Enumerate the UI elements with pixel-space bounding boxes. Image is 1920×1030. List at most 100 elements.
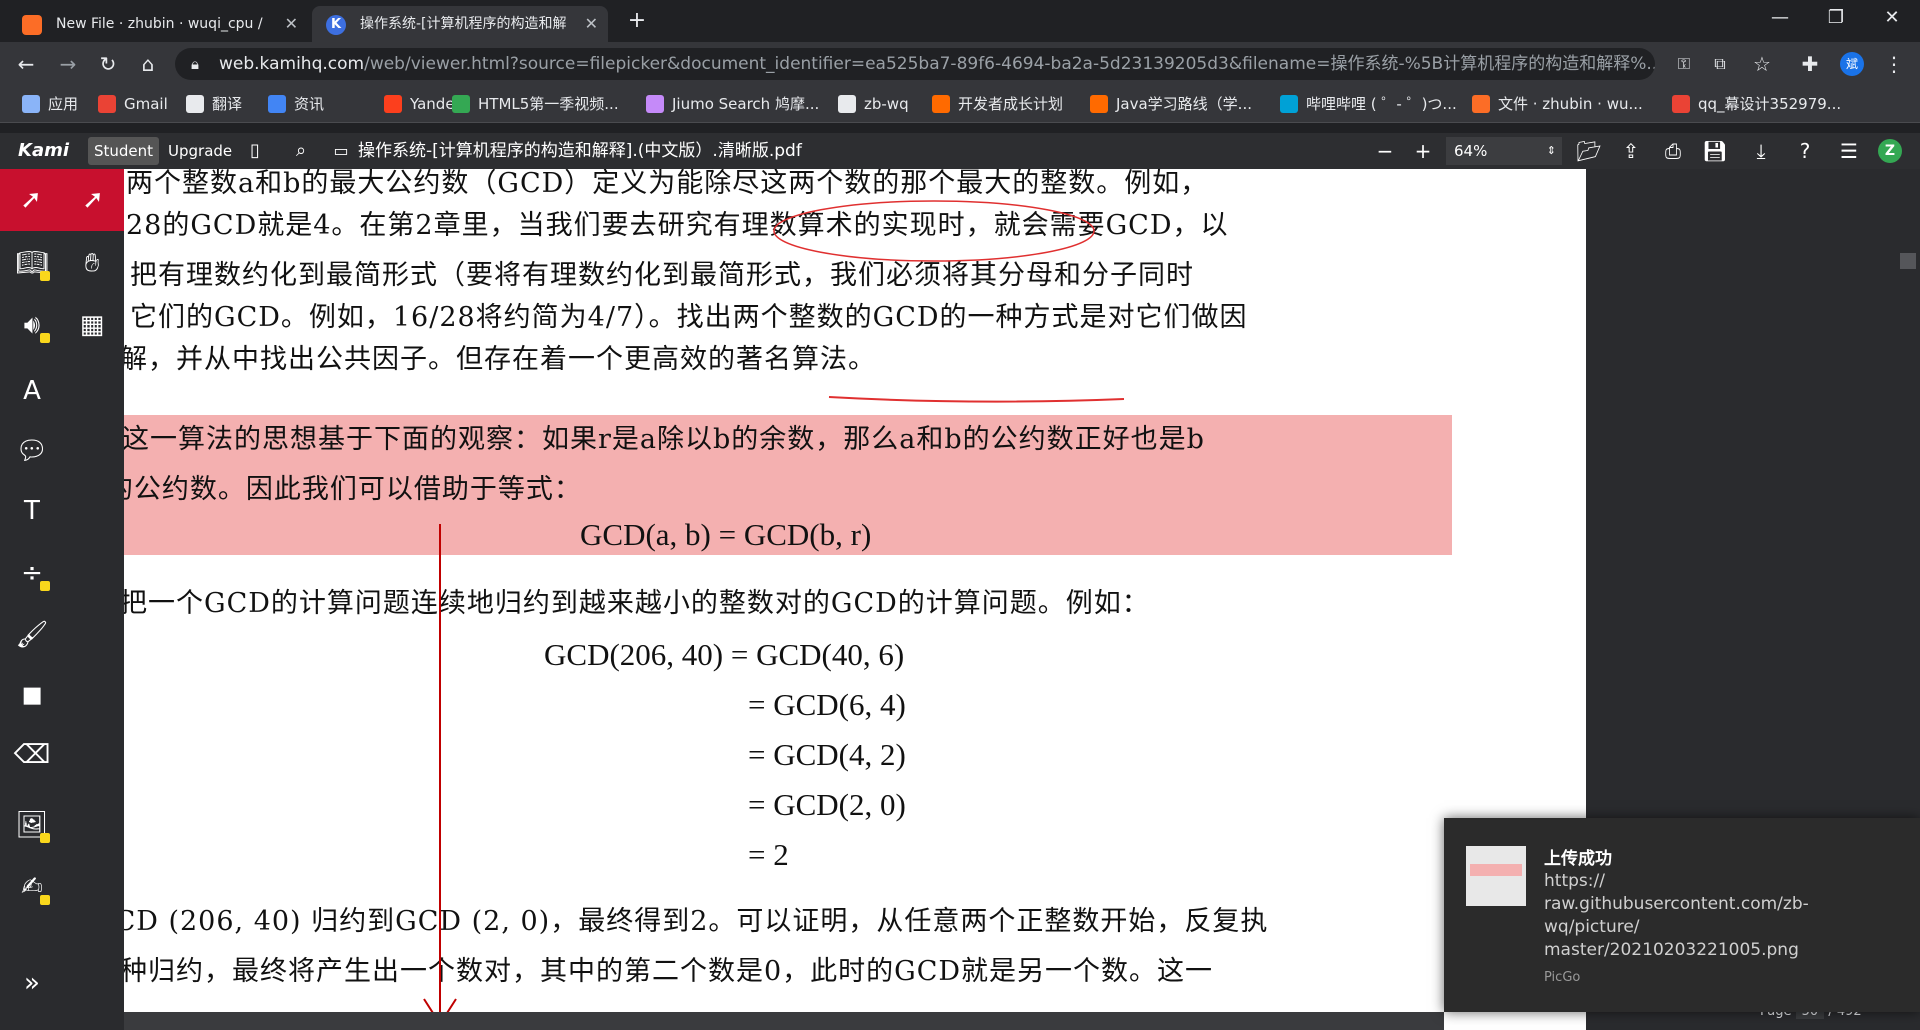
bookmark-favicon-icon bbox=[22, 95, 40, 113]
home-button[interactable]: ⌂ bbox=[134, 50, 162, 78]
bookmark-favicon-icon bbox=[1090, 95, 1108, 113]
user-avatar[interactable]: Z bbox=[1878, 139, 1902, 163]
thumbnail-highlight bbox=[1470, 864, 1522, 876]
bookmark-favicon-icon bbox=[268, 95, 286, 113]
bookmark-item[interactable]: Jiumo Search 鸠摩... bbox=[646, 92, 819, 116]
zoom-value: 64% bbox=[1454, 142, 1488, 160]
bookmark-star-icon[interactable]: ☆ bbox=[1748, 50, 1776, 78]
bookmark-favicon-icon bbox=[186, 95, 204, 113]
bookmark-item[interactable]: Gmail bbox=[98, 92, 168, 116]
select-alt-tool-icon[interactable]: ➚ bbox=[62, 169, 124, 231]
annotation-tools: ➚ ➚ 📖︎ ✋︎ 🔊︎ ▦ A 💬︎ T ÷ 🖌︎ ◼ ⌫ 🖼︎ ✍︎ » bbox=[0, 169, 124, 1030]
print-icon[interactable]: ⎙ bbox=[1658, 137, 1688, 165]
signature-tool-icon[interactable]: ✍︎ bbox=[4, 859, 60, 915]
help-icon[interactable]: ? bbox=[1790, 137, 1820, 165]
profile-avatar[interactable]: 斌 bbox=[1840, 52, 1864, 76]
bookmark-item[interactable]: 开发者成长计划 bbox=[932, 92, 1063, 116]
expand-tools-icon[interactable]: » bbox=[4, 955, 60, 1011]
bookmark-label: HTML5第一季视频... bbox=[478, 95, 619, 113]
tab-strip: New File · zhubin · wuqi_cpu / ✕ K 操作系统-… bbox=[0, 0, 1920, 42]
comment-tool-icon[interactable]: 💬︎ bbox=[4, 423, 60, 479]
bookmark-item[interactable]: qq_幕设计352979... bbox=[1672, 92, 1841, 116]
share-icon[interactable]: ⇪ bbox=[1616, 137, 1646, 165]
lock-icon bbox=[40, 271, 50, 281]
hamburger-menu-icon[interactable]: ☰ bbox=[1834, 137, 1864, 165]
bookmark-favicon-icon bbox=[1472, 95, 1490, 113]
student-badge[interactable]: Student bbox=[88, 137, 160, 165]
minimize-button[interactable]: — bbox=[1752, 0, 1808, 36]
bookmark-favicon-icon bbox=[384, 95, 402, 113]
select-tool-icon[interactable]: ➚ bbox=[0, 169, 62, 231]
forward-button[interactable]: → bbox=[54, 50, 82, 78]
tab-gitlab[interactable]: New File · zhubin · wuqi_cpu / ✕ bbox=[8, 6, 308, 42]
reload-button[interactable]: ↻ bbox=[94, 50, 122, 78]
close-tab-icon[interactable]: ✕ bbox=[585, 6, 598, 42]
bookmark-favicon-icon bbox=[452, 95, 470, 113]
bookmark-favicon-icon bbox=[932, 95, 950, 113]
bookmark-label: 哔哩哔哩 ( ゜- ゜)つ... bbox=[1306, 95, 1457, 113]
download-icon[interactable]: ⤓ bbox=[1746, 137, 1776, 165]
bookmarks-bar: 应用 Gmail 翻译 资讯 Yandex HTML5第一季视频... Jiumo Sear… bbox=[0, 86, 1920, 123]
maximize-button[interactable]: ❐ bbox=[1808, 0, 1864, 36]
eraser-tool-icon[interactable]: ⌫ bbox=[4, 727, 60, 783]
bookmark-item[interactable]: zb-wq bbox=[838, 92, 909, 116]
zoom-in-button[interactable]: + bbox=[1408, 137, 1438, 165]
ink-annotations[interactable] bbox=[124, 169, 1586, 1030]
bookmark-label: Java学习路线（学... bbox=[1116, 95, 1252, 113]
zoom-out-button[interactable]: − bbox=[1370, 137, 1400, 165]
kami-logo: Kami bbox=[18, 140, 70, 161]
url-host: web.kamihq.com bbox=[219, 54, 365, 74]
dictionary-tool-icon[interactable]: 📖︎ bbox=[4, 235, 60, 291]
close-window-button[interactable]: ✕ bbox=[1864, 0, 1920, 36]
scroll-thumb[interactable] bbox=[1900, 253, 1916, 269]
search-icon[interactable]: ⌕ bbox=[286, 137, 316, 165]
tab-kami[interactable]: K 操作系统-[计算机程序的构造和解 ✕ bbox=[312, 6, 608, 42]
bookmark-item[interactable]: 翻译 bbox=[186, 92, 242, 116]
bookmark-label: Gmail bbox=[124, 95, 168, 113]
lock-icon: 🔒︎ bbox=[191, 55, 199, 73]
bookmark-item[interactable]: 哔哩哔哩 ( ゜- ゜)つ... bbox=[1280, 92, 1457, 116]
bookmark-label: qq_幕设计352979... bbox=[1698, 95, 1842, 113]
equation-tool-icon[interactable]: ÷ bbox=[4, 545, 60, 601]
bookmark-item[interactable]: HTML5第一季视频... bbox=[452, 92, 619, 116]
ink-circle[interactable] bbox=[773, 200, 1095, 262]
hand-tool-icon[interactable]: ✋︎ bbox=[64, 235, 120, 291]
extensions-icon[interactable]: ✚ bbox=[1796, 50, 1824, 78]
new-tab-button[interactable]: + bbox=[622, 6, 652, 36]
kami-toolbar: Kami Student Upgrade ▯ ⌕ ▭ 操作系统-[计算机程序的构… bbox=[0, 133, 1920, 169]
address-bar[interactable]: 🔒︎ web.kamihq.com/web/viewer.html?source… bbox=[175, 48, 1655, 80]
bookmark-favicon-icon bbox=[1280, 95, 1298, 113]
sidebar-toggle-icon[interactable]: ▯ bbox=[240, 137, 270, 165]
bookmark-item[interactable]: 文件 · zhubin · wu... bbox=[1472, 92, 1643, 116]
upload-notification[interactable]: 上传成功 https:// raw.githubusercontent.com/… bbox=[1444, 818, 1920, 1012]
close-tab-icon[interactable]: ✕ bbox=[285, 6, 298, 42]
back-button[interactable]: ← bbox=[12, 50, 40, 78]
bookmark-favicon-icon bbox=[1672, 95, 1690, 113]
open-external-icon[interactable]: ⧉ bbox=[1706, 50, 1734, 78]
markup-tool-icon[interactable]: A bbox=[4, 363, 60, 419]
kami-icon: K bbox=[326, 15, 346, 35]
tab-title: New File · zhubin · wuqi_cpu / bbox=[56, 16, 263, 32]
image-tool-icon[interactable]: 🖼︎ bbox=[4, 797, 60, 853]
shapes-tool-icon[interactable]: ◼ bbox=[4, 667, 60, 723]
bookmark-label: zb-wq bbox=[864, 95, 909, 113]
browser-toolbar: ← → ↻ ⌂ 🔒︎ web.kamihq.com/web/viewer.htm… bbox=[0, 42, 1920, 86]
box-select-icon[interactable]: ▦ bbox=[64, 297, 120, 353]
upgrade-button[interactable]: Upgrade bbox=[168, 137, 232, 165]
key-icon[interactable]: ⚿ bbox=[1670, 50, 1698, 78]
menu-kebab-icon[interactable]: ⋮ bbox=[1880, 50, 1908, 78]
bookmark-item[interactable]: 资讯 bbox=[268, 92, 324, 116]
folder-open-icon[interactable]: 📂︎ bbox=[1574, 137, 1604, 165]
document-filename: 操作系统-[计算机程序的构造和解释].(中文版）.清晰版.pdf bbox=[358, 141, 802, 161]
horizontal-scrollbar[interactable] bbox=[124, 1012, 1444, 1030]
text-to-speech-icon[interactable]: 🔊︎ bbox=[4, 297, 60, 353]
zoom-select[interactable]: 64% ⇕ bbox=[1446, 137, 1562, 165]
ink-underline[interactable] bbox=[828, 396, 1125, 403]
bookmark-item[interactable]: Java学习路线（学... bbox=[1090, 92, 1252, 116]
bookmark-label: 翻译 bbox=[212, 95, 243, 113]
save-icon[interactable]: 💾︎ bbox=[1700, 137, 1730, 165]
text-tool-icon[interactable]: T bbox=[4, 483, 60, 539]
bookmark-item[interactable]: 应用 bbox=[22, 92, 78, 116]
bookmark-label: 应用 bbox=[48, 95, 79, 113]
drawing-tool-icon[interactable]: 🖌︎ bbox=[4, 607, 60, 663]
